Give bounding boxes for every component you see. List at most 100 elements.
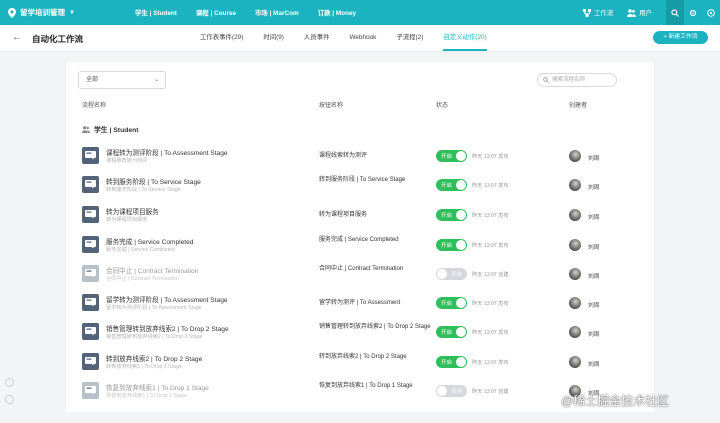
button-name: 服务完成 | Service Completed [319,237,399,243]
button-name: 销售管理转到放弃线索2 | To Drop 2 Stage [319,324,431,330]
status-toggle[interactable]: 开启 [436,297,467,309]
app-name: 留学培训管理 [20,8,65,17]
table-row[interactable]: 课程转为测评阶段 | To Assessment Stage 课程推荐转为测评 课程… [66,141,654,171]
button-name: 合同中止 | Contract Termination [319,266,404,272]
workflow-subtitle: 留学转为测评阶段 | To Assessment Stage [106,305,202,311]
workflow-name[interactable]: 留学转为测评阶段 | To Assessment Stage [106,294,228,304]
nav-course[interactable]: 课程 | Course [196,8,236,17]
tab-time[interactable]: 时间(9) [263,25,284,52]
avatar [569,209,581,221]
nav-marcom[interactable]: 市场 | MarCom [255,8,299,17]
users-icon [627,8,637,17]
status-toggle[interactable]: 开启 [436,179,467,191]
avatar [569,239,581,251]
workflow-icon [583,8,592,17]
group-header: 学生 | Student [82,124,139,134]
filter-value: 全部 [86,77,99,83]
page-header: ← 自动化工作流 工作表事件(29) 时间(9) 人员事件 Webhook 子流… [0,25,720,52]
status-toggle[interactable]: 开启 [436,326,467,338]
chevron-down-icon: ⌄ [153,77,159,83]
table-row[interactable]: 留学转为测评阶段 | To Assessment Stage 留学转为测评阶段 |… [66,288,654,318]
status-time: 昨天 13:07 发布 [472,183,509,189]
new-workflow-button[interactable]: + 新建工作流 [653,31,708,44]
workflow-name[interactable]: 转到服务阶段 | To Service Stage [106,176,201,186]
workflow-name[interactable]: 销售管理转到放弃线索2 | To Drop 2 Stage [106,323,229,333]
status-toggle[interactable]: 关闭 [436,385,467,397]
status-label: 开启 [451,272,463,278]
avatar [569,150,581,162]
creator-name: 刘周 [588,185,600,191]
category-filter-select[interactable]: 全部 ⌄ [78,71,166,89]
location-pin-icon [8,7,16,18]
nav-money[interactable]: 订款 | Money [318,8,356,17]
tab-webhook[interactable]: Webhook [349,25,376,52]
workflow-name[interactable]: 服务完成 | Service Completed [106,236,193,246]
workflow-label: 工作流 [594,10,614,17]
side-help-icon[interactable] [5,378,14,387]
toggle-knob [456,240,466,250]
users-icon [82,125,90,133]
status-toggle[interactable]: 开启 [436,150,467,162]
tab-person-events[interactable]: 人员事件 [304,25,330,52]
toggle-knob [456,298,466,308]
nav-student[interactable]: 学生 | Student [135,8,177,17]
col-header-name: 流程名称 [82,103,107,109]
workflow-icon [82,176,99,193]
help-button[interactable] [702,0,720,25]
workflow-name[interactable]: 转到放弃线索2 | To Drop 2 Stage [106,353,202,363]
side-info-icon[interactable] [5,395,14,404]
toggle-knob [456,357,466,367]
settings-button[interactable] [684,0,702,25]
table-row[interactable]: 合同中止 | Contract Termination 合同中止 | Contra… [66,259,654,289]
status-time: 昨天 13:07 发布 [472,301,509,307]
status-toggle[interactable]: 开启 [436,239,467,251]
tab-worksheet-events[interactable]: 工作表事件(29) [200,25,243,52]
status-toggle[interactable]: 开启 [436,356,467,368]
status-label: 关闭 [451,389,463,395]
status-toggle[interactable]: 开启 [436,209,467,221]
workflow-name[interactable]: 恢复到放弃线索1 | To Drop 1 Stage [106,382,209,392]
table-row[interactable]: 转到放弃线索2 | To Drop 2 Stage 转到放弃线索2 | To Dr… [66,347,654,377]
search-icon [543,77,549,83]
workflow-subtitle: 转到放弃线索2 | To Drop 2 Stage [106,364,182,370]
users-label: 用户 [639,10,652,17]
toggle-knob [437,386,447,396]
help-icon [707,8,715,17]
table-row[interactable]: 服务完成 | Service Completed 服务完成 | Service C… [66,230,654,260]
top-bar: 留学培训管理 ▼ 学生 | Student 课程 | Course 市场 | M… [0,0,720,25]
search-input[interactable]: 搜索流程名称 [537,73,617,87]
workflow-button[interactable]: 工作流 [583,8,613,17]
search-placeholder: 搜索流程名称 [552,77,586,83]
col-header-status: 状态 [436,103,449,109]
table-row[interactable]: 转到服务阶段 | To Service Stage 转到服务阶段 | To Ser… [66,170,654,200]
tab-custom-action[interactable]: 自定义动作(20) [443,25,488,52]
creator-name: 刘周 [588,332,600,338]
workflow-list-card: 全部 ⌄ 搜索流程名称 流程名称 按钮名称 状态 创建者 学生 | Studen… [66,62,654,412]
creator-name: 刘周 [588,362,600,368]
tab-subprocess[interactable]: 子流程(2) [396,25,423,52]
workflow-subtitle: 课程推荐转为测评 [106,158,148,164]
app-switcher[interactable]: 留学培训管理 ▼ [8,7,118,18]
search-button[interactable] [666,0,684,25]
table-row[interactable]: 销售管理转到放弃线索2 | To Drop 2 Stage 销售管理转到放弃线索2… [66,317,654,347]
creator-name: 刘周 [588,274,600,280]
users-button[interactable]: 用户 [627,8,652,17]
creator-name: 刘周 [588,215,600,221]
status-toggle[interactable]: 开启 [436,268,467,280]
workflow-name[interactable]: 课程转为测评阶段 | To Assessment Stage [106,147,228,157]
status-time: 昨天 13:07 发布 [472,330,509,336]
workflow-subtitle: 转为课程项目服务 [106,217,148,223]
workflow-name[interactable]: 转为课程项目服务 [106,206,159,216]
avatar [569,356,581,368]
top-right-tools: 工作流 用户 [583,0,720,25]
back-arrow-icon[interactable]: ← [12,32,22,43]
workflow-name[interactable]: 合同中止 | Contract Termination [106,265,198,275]
status-label: 开启 [441,301,453,307]
top-nav: 学生 | Student 课程 | Course 市场 | MarCom 订款 … [135,8,375,17]
toggle-knob [437,269,447,279]
table-row[interactable]: 转为课程项目服务 转为课程项目服务 转为课程项目服务 开启 昨天 13:07 发布 刘周 [66,200,654,230]
status-time: 昨天 13:07 发布 [472,243,509,249]
workflow-icon [82,147,99,164]
avatar [569,179,581,191]
workflow-subtitle: 销售管理转到放弃线索2 | To Drop 2 Stage [106,334,203,340]
